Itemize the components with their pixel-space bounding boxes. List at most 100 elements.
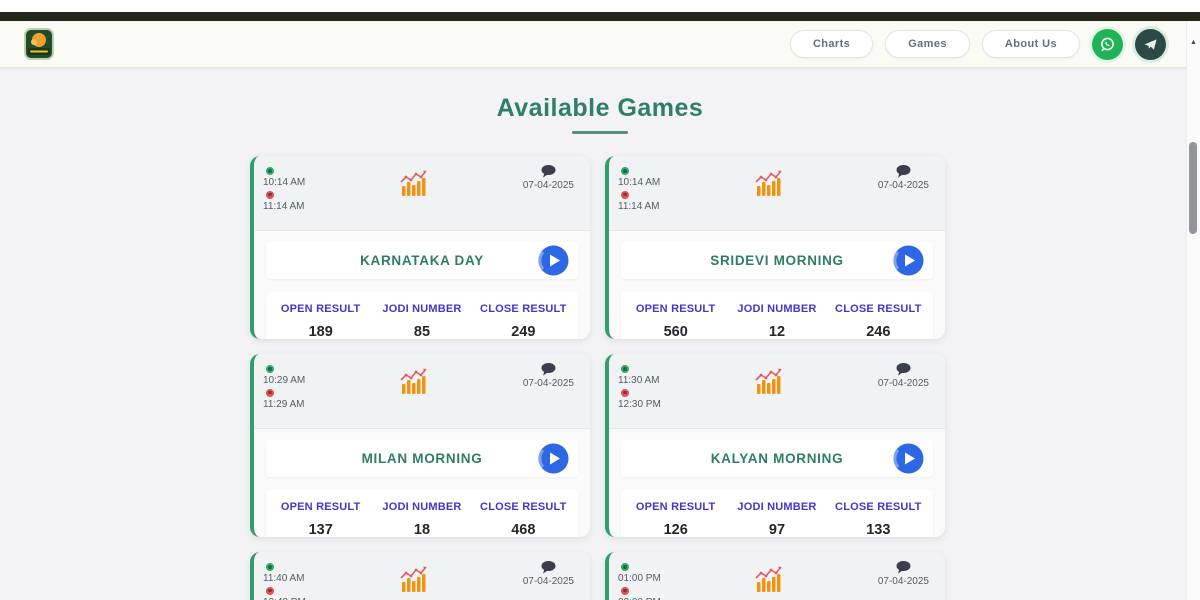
game-card: 11:40 AM 12:40 PM bbox=[250, 552, 590, 600]
open-time: 10:14 AM bbox=[618, 177, 660, 189]
open-result-label: OPEN RESULT bbox=[625, 501, 726, 513]
play-button[interactable] bbox=[893, 245, 924, 276]
card-times: 10:14 AM 11:14 AM bbox=[618, 165, 660, 212]
page-scrollbar[interactable]: ▲ bbox=[1186, 21, 1200, 600]
whatsapp-icon bbox=[1099, 36, 1116, 53]
open-result-col: OPEN RESULT 137 bbox=[270, 501, 371, 537]
close-result-value: 249 bbox=[473, 324, 574, 339]
card-info-row: 11:40 AM 12:40 PM bbox=[254, 552, 590, 600]
nav-about-label: About Us bbox=[1005, 38, 1057, 50]
chat-bubble-icon bbox=[896, 165, 911, 179]
open-result-col: OPEN RESULT 126 bbox=[625, 501, 726, 537]
main-content: Available Games 10:14 AM 11:14 AM bbox=[0, 68, 1200, 600]
close-result-label: CLOSE RESULT bbox=[473, 303, 574, 315]
close-time-dot bbox=[266, 389, 274, 397]
chat-bubble-icon bbox=[541, 363, 556, 377]
close-result-label: CLOSE RESULT bbox=[828, 501, 929, 513]
game-card: 10:14 AM 11:14 AM bbox=[250, 156, 590, 339]
chat-bubble-icon bbox=[896, 363, 911, 377]
nav-charts-button[interactable]: Charts bbox=[790, 30, 873, 58]
card-date-block: 07-04-2025 bbox=[523, 561, 574, 587]
game-name-bar[interactable]: SRIDEVI MORNING bbox=[621, 242, 933, 279]
telegram-button[interactable] bbox=[1135, 29, 1166, 60]
jodi-number-value: 12 bbox=[726, 324, 827, 339]
card-date: 07-04-2025 bbox=[523, 378, 574, 389]
site-logo[interactable] bbox=[24, 28, 54, 60]
game-name-bar[interactable]: KARNATAKA DAY bbox=[266, 242, 578, 279]
jodi-number-col: JODI NUMBER 97 bbox=[726, 501, 827, 537]
top-black-bar bbox=[0, 12, 1200, 21]
game-name-bar[interactable]: MILAN MORNING bbox=[266, 440, 578, 477]
play-icon bbox=[538, 245, 569, 276]
trend-chart-icon bbox=[754, 366, 784, 399]
card-times: 01:00 PM 02:00 PM bbox=[618, 561, 661, 600]
card-date: 07-04-2025 bbox=[878, 378, 929, 389]
play-button[interactable] bbox=[538, 443, 569, 474]
open-result-value: 126 bbox=[625, 522, 726, 537]
jodi-number-value: 97 bbox=[726, 522, 827, 537]
title-underline bbox=[572, 131, 628, 134]
card-date: 07-04-2025 bbox=[523, 576, 574, 587]
close-time: 11:29 AM bbox=[263, 399, 305, 411]
open-time-dot bbox=[621, 563, 629, 571]
open-result-value: 560 bbox=[625, 324, 726, 339]
game-card: 01:00 PM 02:00 PM bbox=[605, 552, 945, 600]
card-info-row: 10:14 AM 11:14 AM bbox=[609, 156, 945, 231]
play-icon bbox=[893, 245, 924, 276]
game-name-bar[interactable]: KALYAN MORNING bbox=[621, 440, 933, 477]
close-time: 02:00 PM bbox=[618, 597, 661, 600]
jodi-number-label: JODI NUMBER bbox=[371, 303, 472, 315]
play-icon bbox=[538, 443, 569, 474]
close-time: 12:40 PM bbox=[263, 597, 306, 600]
card-times: 10:29 AM 11:29 AM bbox=[263, 363, 305, 410]
open-result-label: OPEN RESULT bbox=[270, 501, 371, 513]
open-result-value: 189 bbox=[270, 324, 371, 339]
chat-bubble-icon bbox=[896, 561, 911, 575]
open-time: 01:00 PM bbox=[618, 573, 661, 585]
close-result-value: 468 bbox=[473, 522, 574, 537]
close-result-col: CLOSE RESULT 133 bbox=[828, 501, 929, 537]
open-time-dot bbox=[621, 167, 629, 175]
open-time: 11:40 AM bbox=[263, 573, 306, 585]
trend-chart-icon bbox=[754, 564, 784, 597]
card-date-block: 07-04-2025 bbox=[878, 165, 929, 191]
games-grid: 10:14 AM 11:14 AM bbox=[250, 156, 945, 600]
open-time-dot bbox=[266, 563, 274, 571]
play-button[interactable] bbox=[893, 443, 924, 474]
open-time-dot bbox=[621, 365, 629, 373]
card-date: 07-04-2025 bbox=[878, 180, 929, 191]
card-date: 07-04-2025 bbox=[878, 576, 929, 587]
jodi-number-value: 85 bbox=[371, 324, 472, 339]
jodi-number-col: JODI NUMBER 85 bbox=[371, 303, 472, 339]
scroll-up-arrow[interactable]: ▲ bbox=[1187, 39, 1200, 46]
close-time: 11:14 AM bbox=[263, 201, 305, 213]
close-time-dot bbox=[621, 389, 629, 397]
jodi-number-label: JODI NUMBER bbox=[726, 501, 827, 513]
trend-chart-icon bbox=[399, 168, 429, 201]
results-box: OPEN RESULT 189 JODI NUMBER 85 CLOSE RES… bbox=[266, 292, 578, 339]
nav-games-label: Games bbox=[908, 38, 947, 50]
card-times: 11:40 AM 12:40 PM bbox=[263, 561, 306, 600]
chat-bubble-icon bbox=[541, 165, 556, 179]
card-info-row: 11:30 AM 12:30 PM bbox=[609, 354, 945, 429]
nav-about-button[interactable]: About Us bbox=[982, 30, 1080, 58]
logo-icon bbox=[24, 28, 54, 60]
card-date: 07-04-2025 bbox=[523, 180, 574, 191]
open-result-label: OPEN RESULT bbox=[625, 303, 726, 315]
jodi-number-label: JODI NUMBER bbox=[371, 501, 472, 513]
open-time: 10:29 AM bbox=[263, 375, 305, 387]
card-date-block: 07-04-2025 bbox=[878, 363, 929, 389]
scrollbar-thumb[interactable] bbox=[1189, 142, 1197, 234]
nav-games-button[interactable]: Games bbox=[885, 30, 970, 58]
game-card: 10:14 AM 11:14 AM bbox=[605, 156, 945, 339]
close-time-dot bbox=[266, 191, 274, 199]
open-time: 11:30 AM bbox=[618, 375, 661, 387]
close-result-col: CLOSE RESULT 249 bbox=[473, 303, 574, 339]
play-button[interactable] bbox=[538, 245, 569, 276]
game-card: 10:29 AM 11:29 AM bbox=[250, 354, 590, 537]
close-result-col: CLOSE RESULT 246 bbox=[828, 303, 929, 339]
game-card: 11:30 AM 12:30 PM bbox=[605, 354, 945, 537]
whatsapp-button[interactable] bbox=[1092, 29, 1123, 60]
close-result-col: CLOSE RESULT 468 bbox=[473, 501, 574, 537]
trend-chart-icon bbox=[754, 168, 784, 201]
